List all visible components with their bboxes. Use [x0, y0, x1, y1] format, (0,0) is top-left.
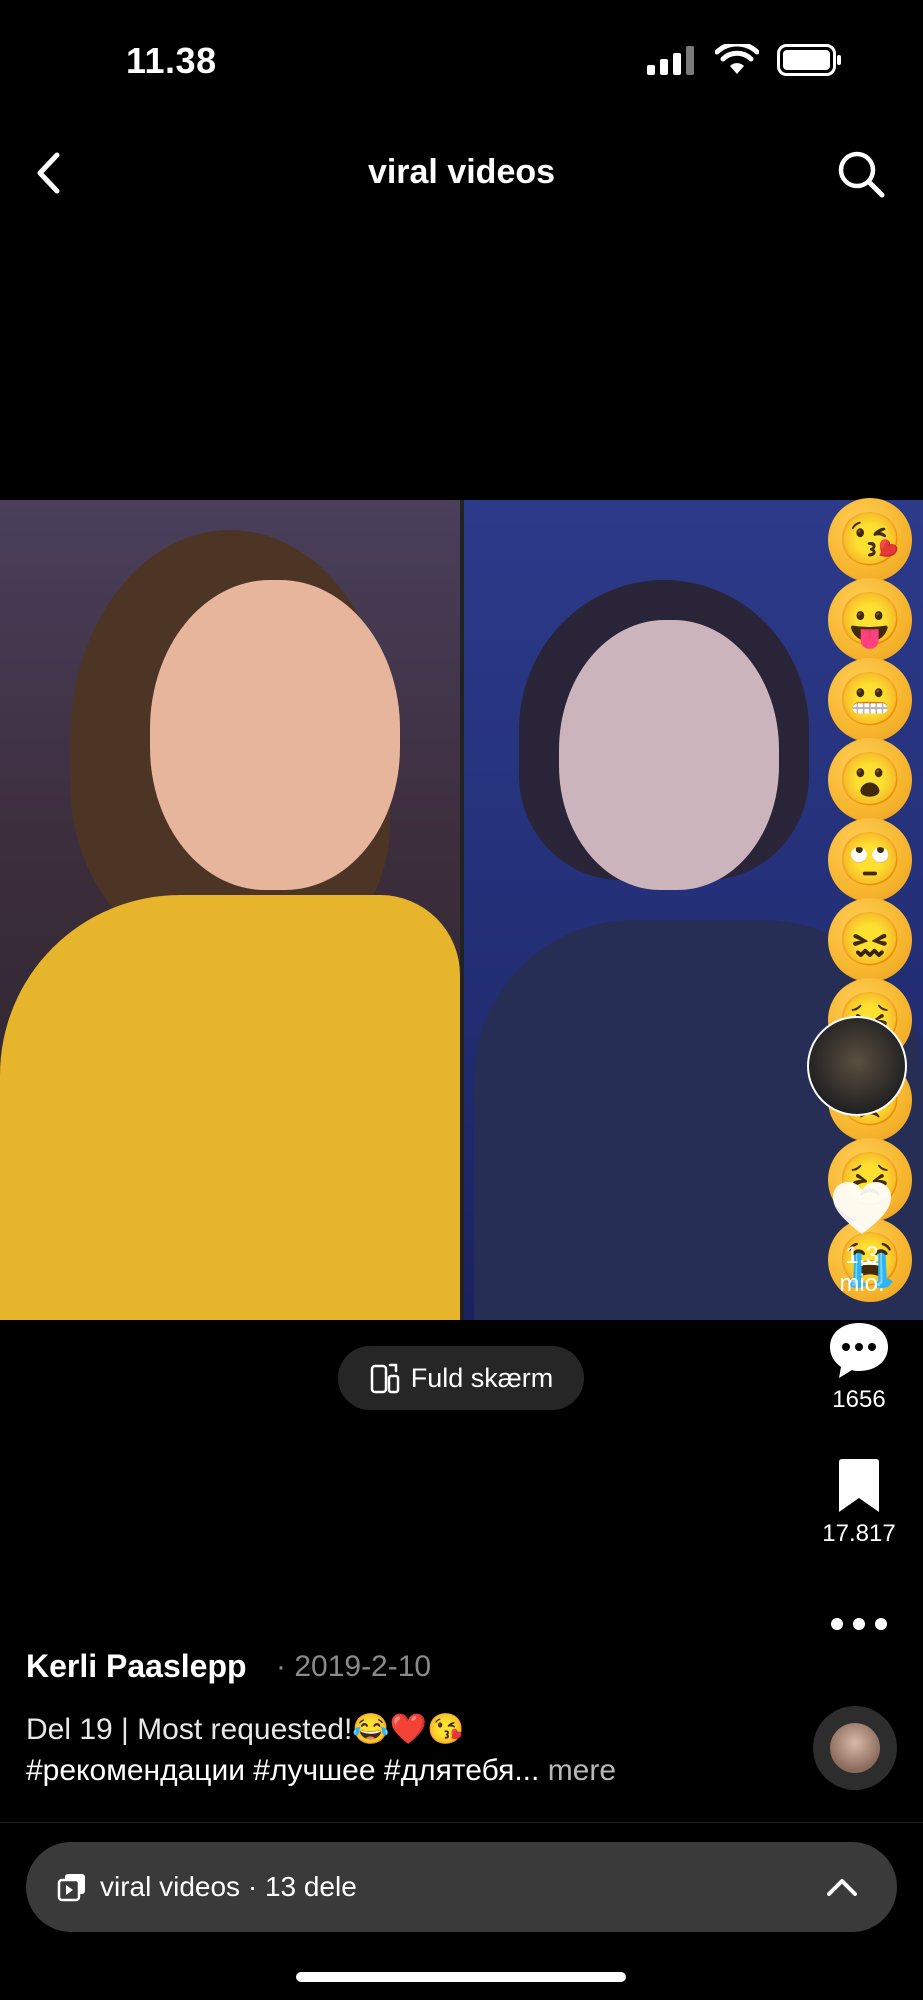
- playlist-icon: [57, 1874, 85, 1902]
- like-button[interactable]: 1,3 mio.: [827, 1180, 897, 1298]
- reaction-emoji-stream: 😘😛😬😮🙄😖😣😞😣😭: [825, 498, 915, 1302]
- author-name[interactable]: Kerli Paaslepp: [26, 1648, 247, 1685]
- search-icon: [838, 151, 885, 198]
- reaction-emoji: 😖: [828, 898, 912, 982]
- like-count: 1,3 mio.: [839, 1242, 885, 1297]
- reaction-emoji: 😬: [828, 658, 912, 742]
- home-indicator[interactable]: [296, 1972, 626, 1982]
- caption-line-2: #рекомендации #лучшее #длятебя... mere: [26, 1754, 616, 1788]
- playlist-bar[interactable]: viral videos · 13 dele: [26, 1842, 897, 1932]
- status-icons: [647, 44, 843, 76]
- playlist-label: viral videos · 13 dele: [100, 1871, 357, 1902]
- video-player[interactable]: [0, 500, 923, 1320]
- comment-button[interactable]: 1656: [821, 1320, 897, 1414]
- creator-avatar[interactable]: [807, 1016, 907, 1116]
- comment-bubble-icon: [830, 1323, 888, 1378]
- divider: [0, 1822, 923, 1823]
- wifi-icon: [715, 44, 759, 74]
- comment-count: 1656: [832, 1386, 886, 1413]
- chevron-up-icon[interactable]: [825, 1875, 859, 1899]
- reaction-emoji: 😮: [828, 738, 912, 822]
- status-time: 11.38: [126, 40, 217, 81]
- more-dots-icon: [831, 1618, 843, 1630]
- caption-hashtags[interactable]: #рекомендации #лучшее #длятебя...: [26, 1754, 539, 1787]
- heart-icon: [833, 1182, 891, 1234]
- cellular-signal-icon: [647, 46, 694, 75]
- caption-more-link[interactable]: mere: [539, 1754, 616, 1787]
- video-left-panel: [0, 500, 460, 1320]
- fullscreen-button[interactable]: Fuld skærm: [338, 1346, 584, 1410]
- sound-avatar: [830, 1723, 880, 1773]
- sound-disc-button[interactable]: [813, 1706, 897, 1790]
- battery-icon: [777, 44, 841, 76]
- reaction-emoji: 😛: [828, 578, 912, 662]
- save-count: 17.817: [822, 1520, 896, 1547]
- page-title: viral videos: [367, 153, 556, 191]
- save-button[interactable]: 17.817: [821, 1458, 897, 1548]
- post-date: · 2019-2-10: [276, 1650, 432, 1683]
- search-button[interactable]: [833, 146, 889, 202]
- caption-line-1: Del 19 | Most requested!😂❤️😘: [26, 1713, 465, 1746]
- bookmark-icon: [839, 1459, 879, 1512]
- fullscreen-label: Fuld skærm: [410, 1362, 554, 1393]
- more-options-button[interactable]: [831, 1618, 887, 1630]
- reaction-emoji: 😘: [828, 498, 912, 582]
- reaction-emoji: 🙄: [828, 818, 912, 902]
- fullscreen-rotate-icon: [370, 1363, 399, 1394]
